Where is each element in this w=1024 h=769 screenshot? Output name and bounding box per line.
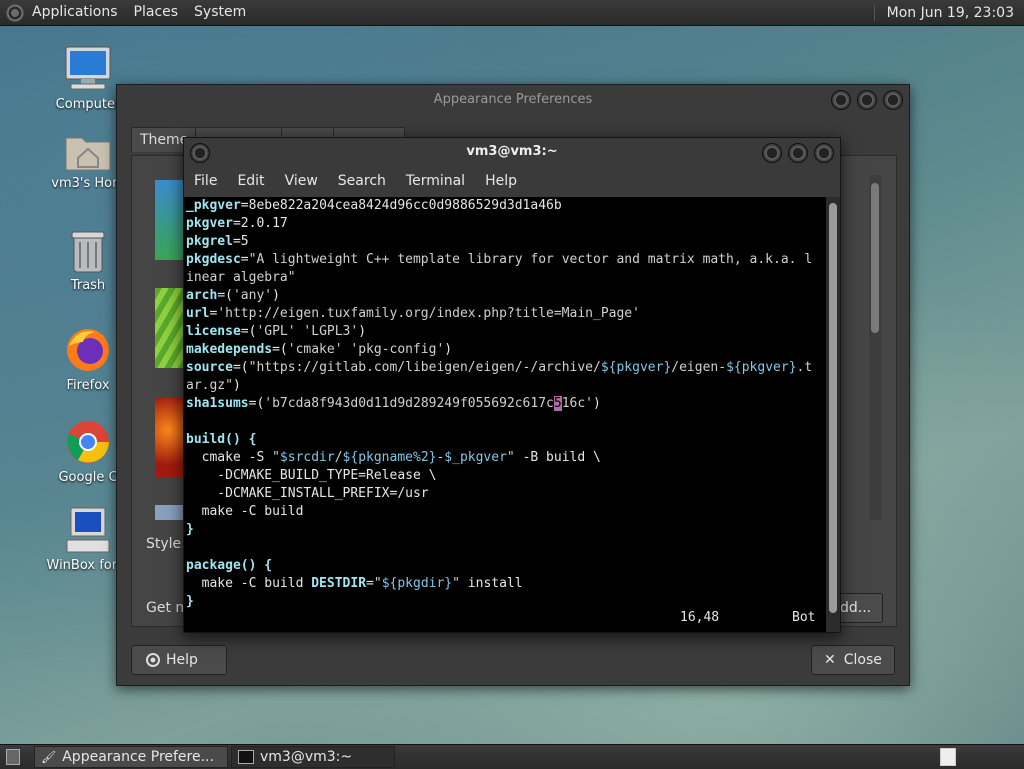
terminal-line: pkgdesc="A lightweight C++ template libr… (186, 252, 813, 267)
terminal-line: sha1sums=('b7cda8f943d0d11d9d289249f0556… (186, 396, 601, 411)
menu-terminal[interactable]: Terminal (396, 173, 475, 189)
terminal-line: _pkgver=8ebe822a204cea8424d96cc0d9886529… (186, 198, 562, 213)
window-controls (831, 90, 903, 110)
menu-help[interactable]: Help (475, 173, 527, 189)
chrome-icon (67, 421, 109, 463)
maximize-button[interactable] (857, 90, 877, 110)
maximize-button[interactable] (788, 143, 808, 163)
terminal-line: -DCMAKE_BUILD_TYPE=Release \ (186, 468, 437, 483)
clock[interactable]: Mon Jun 19, 23:03 (873, 4, 1024, 21)
help-button-label: Help (166, 652, 198, 668)
help-icon (146, 653, 160, 667)
terminal-title: vm3@vm3:~ (466, 144, 558, 159)
close-button[interactable]: ✕ Close (811, 645, 895, 675)
theme-list[interactable] (155, 180, 185, 520)
terminal-line: source=("https://gitlab.com/libeigen/eig… (186, 360, 813, 375)
mate-logo-icon[interactable] (6, 3, 24, 22)
close-window-button[interactable] (883, 90, 903, 110)
terminal-icon (238, 750, 254, 764)
computer-icon (65, 46, 111, 90)
close-icon: ✕ (824, 652, 836, 668)
window-menu-button[interactable] (190, 143, 210, 163)
scroll-position: Bot (792, 610, 816, 625)
terminal-line: pkgver=2.0.17 (186, 216, 288, 231)
cursor-position: 16,48 (680, 610, 720, 625)
terminal-line: build() { (186, 432, 257, 447)
applications-menu[interactable]: Applications (24, 0, 126, 25)
terminal-line: -DCMAKE_INSTALL_PREFIX=/usr (186, 486, 429, 501)
taskbar-item-label: Appearance Prefere... (62, 749, 214, 765)
terminal-line: ar.gz") (186, 378, 241, 393)
close-button-label: Close (843, 652, 882, 668)
desktop-icon-label: Trash (70, 278, 106, 293)
scrollbar-thumb[interactable] (829, 203, 837, 613)
help-button[interactable]: Help (131, 645, 227, 675)
desktop-icon-label: Google C (58, 470, 118, 485)
trash-icon (71, 231, 105, 273)
theme-thumbnail[interactable] (155, 180, 183, 260)
style-label: Style: (146, 536, 186, 552)
terminal-line: arch=('any') (186, 288, 280, 303)
terminal-scrollbar[interactable] (826, 197, 840, 632)
terminal-cursor: 5 (553, 396, 562, 411)
menu-search[interactable]: Search (328, 173, 396, 189)
window-controls (762, 143, 834, 163)
desktop-icon-label: Computer (55, 97, 121, 112)
theme-thumbnail[interactable] (155, 398, 183, 478)
terminal-line: } (186, 522, 194, 537)
bottom-panel: 🖌 Appearance Prefere... vm3@vm3:~ (0, 744, 1024, 769)
terminal-line: inear algebra" (186, 270, 296, 285)
terminal-line: url='http://eigen.tuxfamily.org/index.ph… (186, 306, 640, 321)
close-window-button[interactable] (814, 143, 834, 163)
minimize-button[interactable] (762, 143, 782, 163)
theme-list-scrollbar[interactable] (869, 175, 881, 520)
places-menu[interactable]: Places (126, 0, 187, 25)
appearance-icon: 🖌 (41, 750, 57, 764)
menu-view[interactable]: View (275, 173, 328, 189)
theme-thumbnail[interactable] (155, 505, 183, 520)
terminal-line: pkgrel=5 (186, 234, 249, 249)
terminal-menubar: File Edit View Search Terminal Help (184, 166, 840, 196)
menu-edit[interactable]: Edit (227, 173, 274, 189)
top-panel: Applications Places System Mon Jun 19, 2… (0, 0, 1024, 26)
terminal-line: make -C build DESTDIR="${pkgdir}" instal… (186, 576, 523, 591)
desktop-icon-label: Firefox (66, 378, 110, 393)
terminal-line: makedepends=('cmake' 'pkg-config') (186, 342, 453, 357)
winbox-icon (66, 507, 110, 553)
add-button[interactable]: dd... (837, 593, 883, 623)
window-title: Appearance Preferences (433, 92, 593, 107)
taskbar-item-appearance[interactable]: 🖌 Appearance Prefere... (34, 746, 228, 768)
scrollbar-thumb[interactable] (871, 183, 879, 333)
workspace-switcher-icon[interactable] (940, 748, 956, 766)
taskbar-item-terminal[interactable]: vm3@vm3:~ (231, 746, 395, 768)
terminal-line: package() { (186, 558, 273, 573)
terminal-line: make -C build (186, 504, 304, 519)
desktop-icon-label: vm3's Hom (51, 176, 125, 191)
terminal-line: license=('GPL' 'LGPL3') (186, 324, 367, 339)
terminal-window[interactable]: vm3@vm3:~ File Edit View Search Terminal… (183, 137, 841, 633)
terminal-line: cmake -S "$srcdir/${pkgname%2}-$_pkgver"… (186, 450, 601, 465)
menu-file[interactable]: File (184, 173, 227, 189)
minimize-button[interactable] (831, 90, 851, 110)
system-menu[interactable]: System (186, 0, 254, 25)
firefox-icon (67, 329, 109, 371)
show-desktop-icon[interactable] (6, 749, 20, 765)
taskbar-item-label: vm3@vm3:~ (260, 749, 353, 765)
terminal-screen[interactable]: _pkgver=8ebe822a204cea8424d96cc0d9886529… (184, 197, 828, 632)
terminal-line: } (186, 594, 194, 609)
home-folder-icon (65, 137, 111, 171)
theme-thumbnail[interactable] (155, 288, 183, 368)
